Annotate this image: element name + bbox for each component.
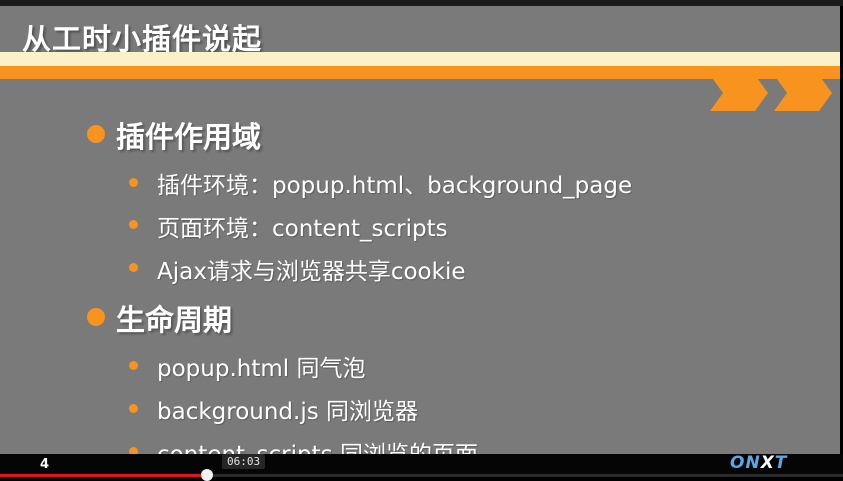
section-bullet-icon (87, 125, 105, 143)
current-time-tooltip: 06:03 (222, 454, 266, 469)
list-item: 插件环境：popup.html、background_page (157, 173, 633, 199)
item-bullet-icon (129, 447, 138, 454)
brand-prefix: ON (730, 453, 761, 473)
list-item: background.js 同浏览器 (157, 399, 419, 425)
section-bullet-icon (87, 308, 105, 326)
section-heading-lifecycle: 生命周期 (116, 303, 233, 337)
list-item: content_scripts 同浏览的页面 (157, 435, 478, 454)
brand-suffix: T (774, 453, 788, 473)
list-item: Ajax请求与浏览器共享cookie (157, 259, 466, 285)
item-bullet-icon (129, 263, 138, 272)
section-heading-scope: 插件作用域 (116, 120, 262, 154)
item-bullet-icon (129, 361, 138, 370)
list-item: 页面环境：content_scripts (157, 216, 448, 242)
item-bullet-icon (129, 178, 138, 187)
brand-logo: ONXT (730, 453, 787, 473)
slide: 从工时小插件说起 插件作用域 插件环境：popup.html、backgroun… (0, 6, 840, 454)
item-bullet-icon (129, 220, 138, 229)
video-player: 从工时小插件说起 插件作用域 插件环境：popup.html、backgroun… (0, 0, 843, 481)
slide-content: 插件作用域 插件环境：popup.html、background_page 页面… (0, 6, 840, 454)
brand-x: X (760, 453, 775, 473)
seek-handle[interactable] (200, 469, 213, 481)
list-item: popup.html 同气泡 (157, 356, 366, 382)
player-control-bar: 4 06:03 ONXT (0, 453, 843, 481)
item-bullet-icon (129, 404, 138, 413)
page-number: 4 (40, 457, 50, 472)
